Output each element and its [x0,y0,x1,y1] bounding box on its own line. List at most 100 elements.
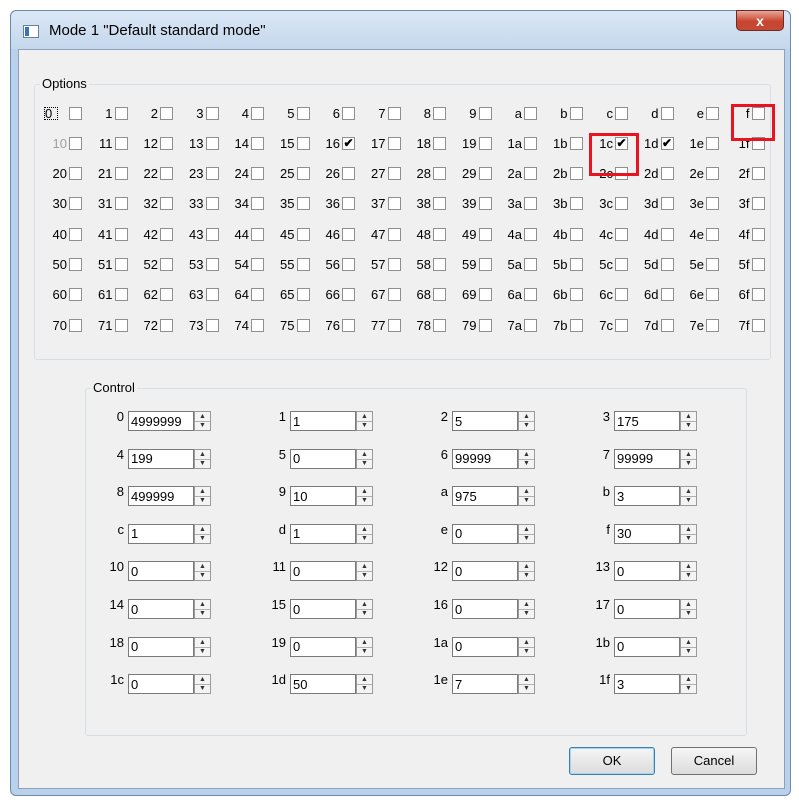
option-61[interactable]: 61 [89,286,128,304]
option-checkbox[interactable] [433,288,446,302]
option-2a[interactable]: 2a [498,165,537,183]
option-checkbox[interactable] [569,258,583,271]
option-50[interactable]: 50 [43,256,82,274]
option-checkbox[interactable] [706,136,719,150]
control-value-input[interactable] [614,636,680,657]
option-checkbox[interactable] [615,167,628,181]
option-6b[interactable]: 6b [544,286,583,304]
option-52[interactable]: 52 [134,256,173,274]
option-24[interactable]: 24 [225,165,264,183]
option-32[interactable]: 32 [134,195,173,213]
option-checkbox[interactable] [69,197,82,211]
option-5d[interactable]: 5d [635,256,674,274]
option-checkbox[interactable] [251,197,264,211]
option-53[interactable]: 53 [180,256,219,274]
spin-buttons[interactable]: ▲ ▼ [194,486,211,507]
option-checkbox[interactable] [615,288,628,302]
option-checkbox[interactable] [205,288,219,302]
spin-down-icon[interactable]: ▼ [357,571,372,580]
option-checkbox[interactable] [387,288,401,302]
spin-down-icon[interactable]: ▼ [519,459,534,468]
option-checkbox[interactable] [660,288,674,302]
option-checkbox[interactable]: ✔ [660,136,674,150]
option-checkbox[interactable] [342,258,355,271]
option-4a[interactable]: 4a [498,225,537,243]
option-checkbox[interactable] [433,136,446,150]
option-59[interactable]: 59 [453,256,492,274]
option-67[interactable]: 67 [362,286,401,304]
option-63[interactable]: 63 [180,286,219,304]
spin-buttons[interactable]: ▲ ▼ [356,599,373,619]
control-value-input[interactable] [290,523,356,544]
option-checkbox[interactable] [524,136,537,150]
option-56[interactable]: 56 [316,256,355,274]
option-43[interactable]: 43 [180,225,219,243]
control-value-input[interactable] [614,561,680,582]
close-button[interactable]: x [736,10,784,31]
option-4c[interactable]: 4c [589,225,628,243]
option-58[interactable]: 58 [407,256,446,274]
option-checkbox[interactable] [251,258,264,271]
spin-down-icon[interactable]: ▼ [357,684,372,693]
option-checkbox[interactable] [524,197,537,211]
spin-buttons[interactable]: ▲ ▼ [518,599,535,619]
option-checkbox[interactable] [205,167,219,181]
spin-down-icon[interactable]: ▼ [519,647,534,656]
option-checkbox[interactable] [387,258,401,271]
option-checkbox[interactable] [387,197,401,211]
option-f[interactable]: f [726,104,765,122]
option-14[interactable]: 14 [225,134,264,152]
option-42[interactable]: 42 [134,225,173,243]
option-checkbox[interactable] [296,106,310,120]
option-checkbox[interactable] [342,227,355,241]
option-65[interactable]: 65 [271,286,310,304]
option-checkbox[interactable] [615,106,628,120]
spin-buttons[interactable]: ▲ ▼ [194,523,211,544]
option-checkbox[interactable] [706,167,719,181]
option-40[interactable]: 40 [43,225,82,243]
option-checkbox[interactable] [478,197,492,211]
option-checkbox[interactable]: ✔ [615,136,628,150]
option-1a[interactable]: 1a [498,134,537,152]
spin-buttons[interactable]: ▲ ▼ [680,561,697,582]
option-checkbox[interactable] [160,318,173,332]
option-checkbox[interactable] [114,227,128,241]
spin-buttons[interactable]: ▲ ▼ [680,636,697,657]
option-1f[interactable]: 1f [726,134,765,152]
control-value-input[interactable] [614,674,680,695]
option-5c[interactable]: 5c [589,256,628,274]
option-9[interactable]: 9 [453,104,492,122]
option-b[interactable]: b [544,104,583,122]
option-3e[interactable]: 3e [680,195,719,213]
option-checkbox[interactable] [251,288,264,302]
option-checkbox[interactable] [615,318,628,332]
option-checkbox[interactable] [160,197,173,211]
option-checkbox[interactable] [160,167,173,181]
spin-down-icon[interactable]: ▼ [681,684,696,693]
spin-buttons[interactable]: ▲ ▼ [356,448,373,469]
option-checkbox[interactable] [524,258,537,271]
option-checkbox[interactable] [387,136,401,150]
control-value-input[interactable] [290,448,356,469]
option-checkbox[interactable] [660,167,674,181]
option-10[interactable]: 10 [43,134,82,152]
option-checkbox[interactable] [69,136,82,150]
option-2d[interactable]: 2d [635,165,674,183]
option-checkbox[interactable]: ✔ [342,136,355,150]
title-bar[interactable]: Mode 1 "Default standard mode" x [11,10,790,49]
option-checkbox[interactable] [296,318,310,332]
spin-buttons[interactable]: ▲ ▼ [518,674,535,695]
control-value-input[interactable] [290,599,356,619]
option-checkbox[interactable] [569,197,583,211]
option-checkbox[interactable] [69,227,82,241]
option-checkbox[interactable] [205,106,219,120]
option-2f[interactable]: 2f [726,165,765,183]
option-18[interactable]: 18 [407,134,446,152]
spin-buttons[interactable]: ▲ ▼ [194,636,211,657]
option-checkbox[interactable] [160,106,173,120]
option-checkbox[interactable] [205,227,219,241]
spin-down-icon[interactable]: ▼ [681,496,696,505]
spin-down-icon[interactable]: ▼ [681,609,696,618]
option-checkbox[interactable] [205,197,219,211]
option-48[interactable]: 48 [407,225,446,243]
